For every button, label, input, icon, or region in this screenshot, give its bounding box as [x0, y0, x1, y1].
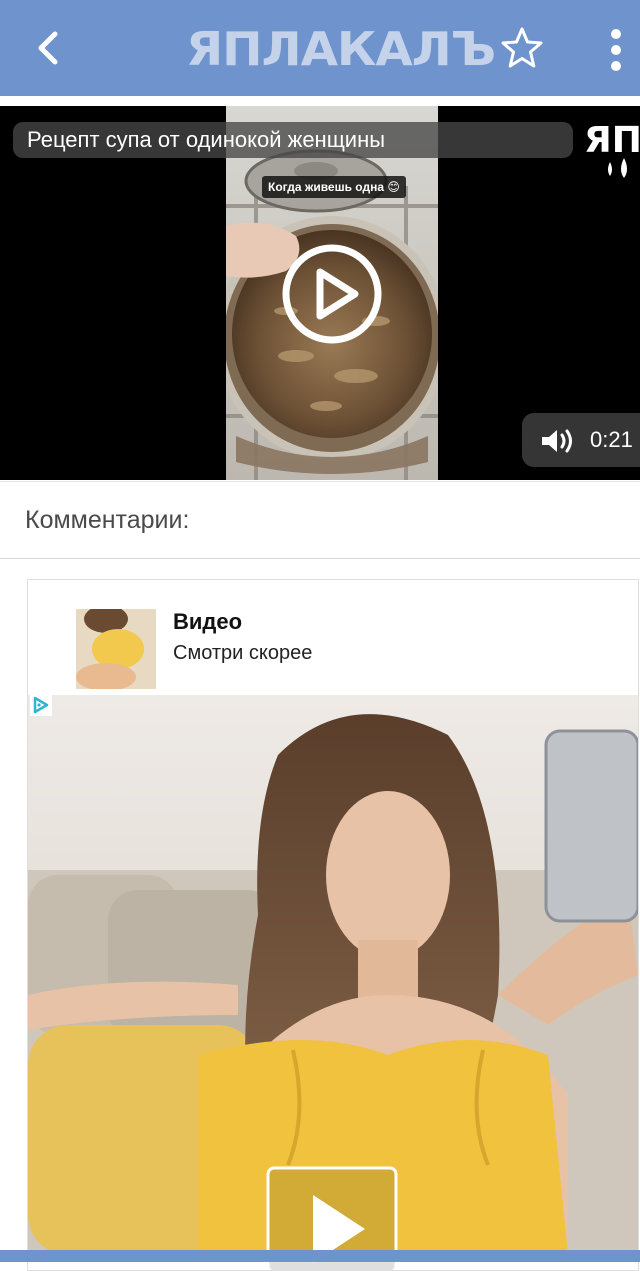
- adchoices-button[interactable]: [30, 694, 52, 716]
- ad-thumbnail-image: [76, 609, 156, 689]
- more-vertical-icon: [611, 29, 621, 71]
- comments-section-header: Комментарии:: [0, 481, 640, 559]
- more-menu-button[interactable]: [596, 22, 636, 78]
- video-frame-caption: Когда живешь одна 😊: [262, 176, 406, 198]
- top-app-bar: ЯПЛАКАЛЪ: [0, 0, 640, 96]
- ad-title[interactable]: Видео: [173, 609, 242, 635]
- site-logo[interactable]: ЯПЛАКАЛЪ: [186, 24, 496, 74]
- volume-control[interactable]: 0:21: [522, 413, 640, 467]
- video-player[interactable]: Рецепт супа от одинокой женщины Когда жи…: [0, 106, 640, 480]
- adchoices-icon: [30, 694, 52, 716]
- back-button[interactable]: [22, 22, 74, 74]
- video-title: Рецепт супа от одинокой женщины: [13, 122, 573, 158]
- comments-title: Комментарии:: [25, 506, 190, 534]
- favorite-button[interactable]: [498, 24, 546, 72]
- logo-text: ЯПЛАКАЛЪ: [186, 22, 496, 76]
- ad-subtitle: Смотри скорее: [173, 642, 313, 664]
- volume-icon: [542, 429, 572, 453]
- bottom-nav-strip: [0, 1250, 640, 1262]
- chevron-left-icon: [38, 31, 58, 65]
- video-duration: 0:21: [590, 427, 633, 452]
- watermark-text: ЯП: [584, 120, 640, 161]
- ad-thumbnail[interactable]: [76, 609, 156, 689]
- watermark-logo: ЯП: [584, 118, 640, 184]
- star-outline-icon: [501, 27, 543, 68]
- divider: [0, 96, 640, 106]
- watermark-logo-icon: ЯП: [584, 120, 640, 178]
- play-button[interactable]: [280, 242, 384, 346]
- play-circle-icon: [282, 244, 382, 344]
- ad-card[interactable]: Видео Смотри скорее: [27, 579, 639, 1271]
